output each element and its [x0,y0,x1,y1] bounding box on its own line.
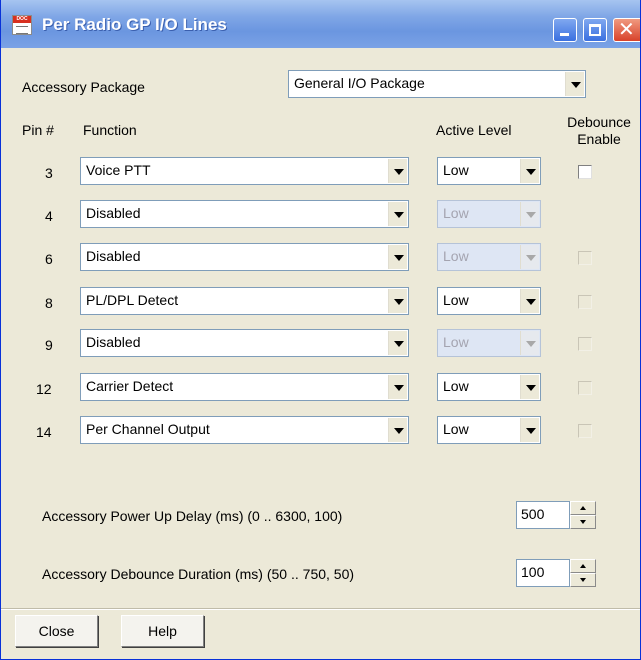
power-up-delay-input[interactable]: 500 [516,501,570,529]
maximize-icon [589,24,601,36]
spin-up-icon[interactable] [570,501,596,515]
function-value: Per Channel Output [86,421,210,437]
function-header: Function [83,122,137,138]
pin-number: 14 [36,424,52,440]
debounce-duration-spinner [570,559,596,587]
chevron-down-icon[interactable] [520,375,539,399]
function-value: Disabled [86,334,141,350]
pin-number: 6 [45,251,53,267]
function-dropdown[interactable]: Carrier Detect [80,373,409,401]
debounce-enable-checkbox [578,381,592,395]
pin-number: 4 [45,208,53,224]
spin-down-icon[interactable] [570,515,596,529]
chevron-down-icon[interactable] [565,72,584,96]
minimize-button[interactable] [553,18,577,42]
function-dropdown[interactable]: Disabled [80,200,409,228]
chevron-down-icon[interactable] [520,418,539,442]
pin-number: 12 [36,381,52,397]
active-level-value: Low [443,292,469,308]
document-icon: DOC [12,15,32,35]
function-value: Carrier Detect [86,378,174,394]
chevron-down-icon[interactable] [388,289,407,313]
chevron-down-icon[interactable] [388,375,407,399]
pin-number: 8 [45,295,53,311]
chevron-down-icon[interactable] [388,331,407,355]
debounce-enable-header: Debounce Enable [567,114,631,148]
debounce-duration-label: Accessory Debounce Duration (ms) (50 .. … [42,566,355,582]
active-level-value: Low [443,162,469,178]
debounce-duration-value: 100 [521,564,545,580]
function-dropdown[interactable]: PL/DPL Detect [80,287,409,315]
power-up-delay-value: 500 [521,506,545,522]
active-level-value: Low [443,334,469,350]
help-button[interactable]: Help [121,615,204,647]
active-level-value: Low [443,421,469,437]
chevron-down-icon[interactable] [388,418,407,442]
spin-up-icon[interactable] [570,559,596,573]
debounce-enable-checkbox[interactable] [578,165,592,179]
debounce-enable-checkbox [578,337,592,351]
function-dropdown[interactable]: Voice PTT [80,157,409,185]
pin-header: Pin # [22,122,54,138]
active-level-dropdown: Low [437,329,541,357]
chevron-down-icon[interactable] [388,202,407,226]
function-value: Disabled [86,205,141,221]
chevron-down-icon [520,245,539,269]
function-value: Voice PTT [86,162,151,178]
function-value: PL/DPL Detect [86,292,179,308]
function-dropdown[interactable]: Disabled [80,243,409,271]
function-dropdown[interactable]: Per Channel Output [80,416,409,444]
function-dropdown[interactable]: Disabled [80,329,409,357]
chevron-down-icon[interactable] [520,159,539,183]
active-level-dropdown[interactable]: Low [437,287,541,315]
maximize-button[interactable] [583,18,607,42]
power-up-delay-spinner [570,501,596,529]
active-level-value: Low [443,205,469,221]
accessory-package-dropdown[interactable]: General I/O Package [288,70,586,98]
debounce-enable-checkbox [578,424,592,438]
close-window-button[interactable]: ✕ [613,18,640,42]
active-level-dropdown[interactable]: Low [437,157,541,185]
chevron-down-icon[interactable] [388,245,407,269]
active-level-value: Low [443,378,469,394]
close-icon: ✕ [618,19,635,41]
dialog-window: DOC Per Radio GP I/O Lines ✕ Accessory P… [0,0,641,660]
active-level-dropdown[interactable]: Low [437,373,541,401]
chevron-down-icon[interactable] [520,289,539,313]
pin-number: 9 [45,337,53,353]
function-value: Disabled [86,248,141,264]
debounce-header-line2: Enable [577,131,621,147]
chevron-down-icon [520,202,539,226]
debounce-enable-checkbox [578,251,592,265]
title-bar[interactable]: DOC Per Radio GP I/O Lines ✕ [1,0,640,48]
active-level-header: Active Level [436,122,512,138]
spin-down-icon[interactable] [570,573,596,587]
active-level-dropdown: Low [437,243,541,271]
close-button[interactable]: Close [15,615,98,647]
debounce-header-line1: Debounce [567,114,631,130]
window-title: Per Radio GP I/O Lines [42,15,227,34]
debounce-duration-input[interactable]: 100 [516,559,570,587]
active-level-dropdown: Low [437,200,541,228]
minimize-icon [560,33,569,36]
active-level-dropdown[interactable]: Low [437,416,541,444]
chevron-down-icon[interactable] [388,159,407,183]
debounce-enable-checkbox [578,295,592,309]
chevron-down-icon [520,331,539,355]
power-up-delay-label: Accessory Power Up Delay (ms) (0 .. 6300… [42,508,343,524]
document-icon-text: DOC [13,16,31,23]
footer-separator [1,608,640,610]
accessory-package-value: General I/O Package [294,75,425,91]
active-level-value: Low [443,248,469,264]
accessory-package-label: Accessory Package [22,79,145,95]
pin-number: 3 [45,165,53,181]
